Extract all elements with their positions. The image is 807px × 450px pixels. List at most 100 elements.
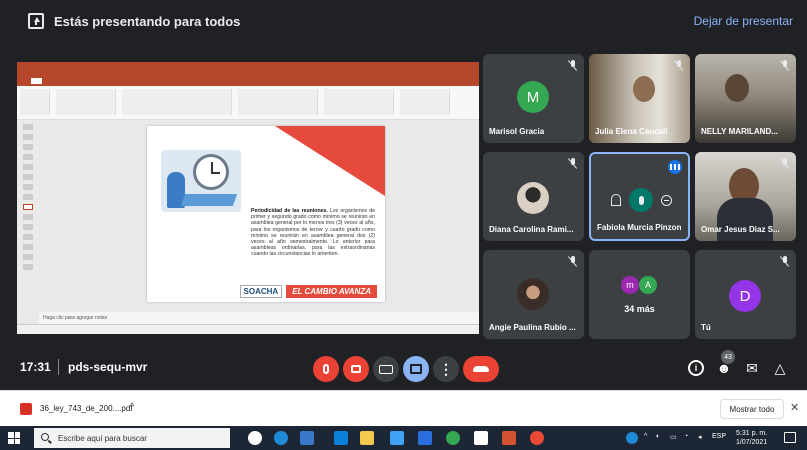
edge-icon[interactable] [274,431,288,445]
participant-name: Julia Elena Caucali [595,127,668,136]
mic-off-icon [780,60,790,71]
ribbon-group [122,89,232,115]
avatar [517,278,549,310]
avatar: M [517,81,549,113]
avatar [517,182,549,214]
pin-icon[interactable] [611,194,621,206]
participant-tile-active[interactable]: Fabiola Murcia Pinzon [589,152,690,241]
slide-text: Periodicidad de las reuniones. Los organ… [251,208,375,258]
camera-off-icon [351,365,361,373]
slide-thumb [23,144,33,150]
self-tile[interactable]: D Tú [695,250,796,339]
slide-notes: Haga clic para agregar notas [39,312,479,324]
tray-volume-icon[interactable]: ◂ [698,433,702,441]
mute-participant-button[interactable] [629,188,653,212]
windows-start-icon[interactable] [8,432,20,444]
avatar: D [729,280,761,312]
tray-chevron-icon[interactable]: ^ [644,433,647,440]
file-explorer-icon[interactable] [360,431,374,445]
shared-screen: Periodicidad de las reuniones. Los organ… [17,62,479,334]
meeting-time: 17:31 [20,360,51,374]
participant-tile[interactable]: Angie Paulina Rubio ... [483,250,584,339]
mail-icon[interactable] [418,431,432,445]
tray-wifi-icon[interactable]: ◔ [684,433,688,440]
stop-presenting-button[interactable]: Dejar de presentar [694,14,793,28]
participant-name: Tú [701,323,711,332]
participant-body [717,198,773,241]
leave-call-button[interactable] [463,356,499,382]
store-icon[interactable] [390,431,404,445]
ribbon-group [56,89,116,115]
participant-tile[interactable]: Diana Carolina Rami... [483,152,584,241]
captions-icon [379,364,393,374]
slide-thumb [23,254,33,260]
slide-thumb [23,194,33,200]
slide-thumb-selected [23,204,33,210]
participant-tile[interactable]: M Marisol Gracia [483,54,584,143]
participant-name: Fabiola Murcia Pinzon [597,223,682,232]
mic-off-icon [674,60,684,71]
download-file-name[interactable]: 36_ley_743_de_200....pdf [40,404,133,413]
slide-thumb [23,124,33,130]
windows-taskbar: Escribe aquí para buscar ^ ◐ ▭ ◔ ◂ ESP 5… [0,426,807,450]
captions-button[interactable] [373,356,399,382]
tray-app-icon[interactable] [626,432,638,444]
toggle-camera-button[interactable] [343,356,369,382]
app-icon[interactable] [334,431,348,445]
close-downloads-icon[interactable]: ✕ [790,401,799,414]
mic-icon [638,195,644,205]
taskbar-search-input[interactable]: Escribe aquí para buscar [34,428,230,448]
participant-tile[interactable]: Julia Elena Caucali [589,54,690,143]
ppt-ribbon [17,86,479,120]
slide-thumb [23,244,33,250]
toggle-mic-button[interactable] [313,356,339,382]
slide-thumb [23,214,33,220]
mic-off-icon [568,158,578,169]
mic-off-icon [568,256,578,267]
chat-icon[interactable]: ✉ [744,360,760,376]
more-participants-tile[interactable]: m A 34 más [589,250,690,339]
more-options-button[interactable]: ⋮ [433,356,459,382]
ppt-tab [62,78,65,84]
participant-tile[interactable]: Omar Jesus Diaz S... [695,152,796,241]
participant-face [633,76,655,102]
powerpoint-icon[interactable] [502,431,516,445]
slide-thumb [23,224,33,230]
slide-corner-decoration [275,126,385,196]
mic-off-icon [780,158,790,169]
presenting-banner: Estás presentando para todos Dejar de pr… [0,0,807,44]
remove-from-call-icon[interactable] [661,194,672,206]
downloads-bar: 36_ley_743_de_200....pdf ^ Mostrar todo … [0,390,807,426]
present-now-button[interactable] [403,356,429,382]
ppt-workspace: Periodicidad de las reuniones. Los organ… [17,120,479,334]
participant-name: NELLY MARILAND... [701,127,778,136]
slide-logos: SOACHA EL CAMBIO AVANZA [239,285,377,298]
slide-thumb [23,264,33,270]
app-icon[interactable] [530,431,544,445]
chrome-icon[interactable] [446,431,460,445]
mic-off-icon [568,60,578,71]
more-participants-count: 34 más [624,304,655,314]
notification-center-icon[interactable] [784,432,796,443]
activities-icon[interactable]: △ [772,360,788,376]
hang-up-icon [473,366,489,372]
meeting-details-icon[interactable]: i [688,360,704,376]
participant-tile[interactable]: NELLY MARILAND... [695,54,796,143]
present-screen-icon [28,13,44,29]
app-icon[interactable] [474,431,488,445]
mic-off-icon [323,364,329,374]
task-view-icon[interactable] [248,431,262,445]
avatar: A [639,276,657,294]
app-icon[interactable] [300,431,314,445]
slide-thumb [23,154,33,160]
chevron-up-icon[interactable]: ^ [130,401,134,411]
tray-language[interactable]: ESP [712,433,726,440]
taskbar-clock[interactable]: 5:31 p. m. 1/07/2021 [736,429,767,447]
participant-name: Diana Carolina Rami... [489,225,574,234]
tray-network-icon[interactable]: ◐ [656,433,660,440]
ppt-tab [21,78,22,84]
present-icon [410,364,422,374]
tray-battery-icon[interactable]: ▭ [670,433,677,441]
ribbon-group [400,89,450,115]
show-all-downloads-button[interactable]: Mostrar todo [720,399,784,419]
